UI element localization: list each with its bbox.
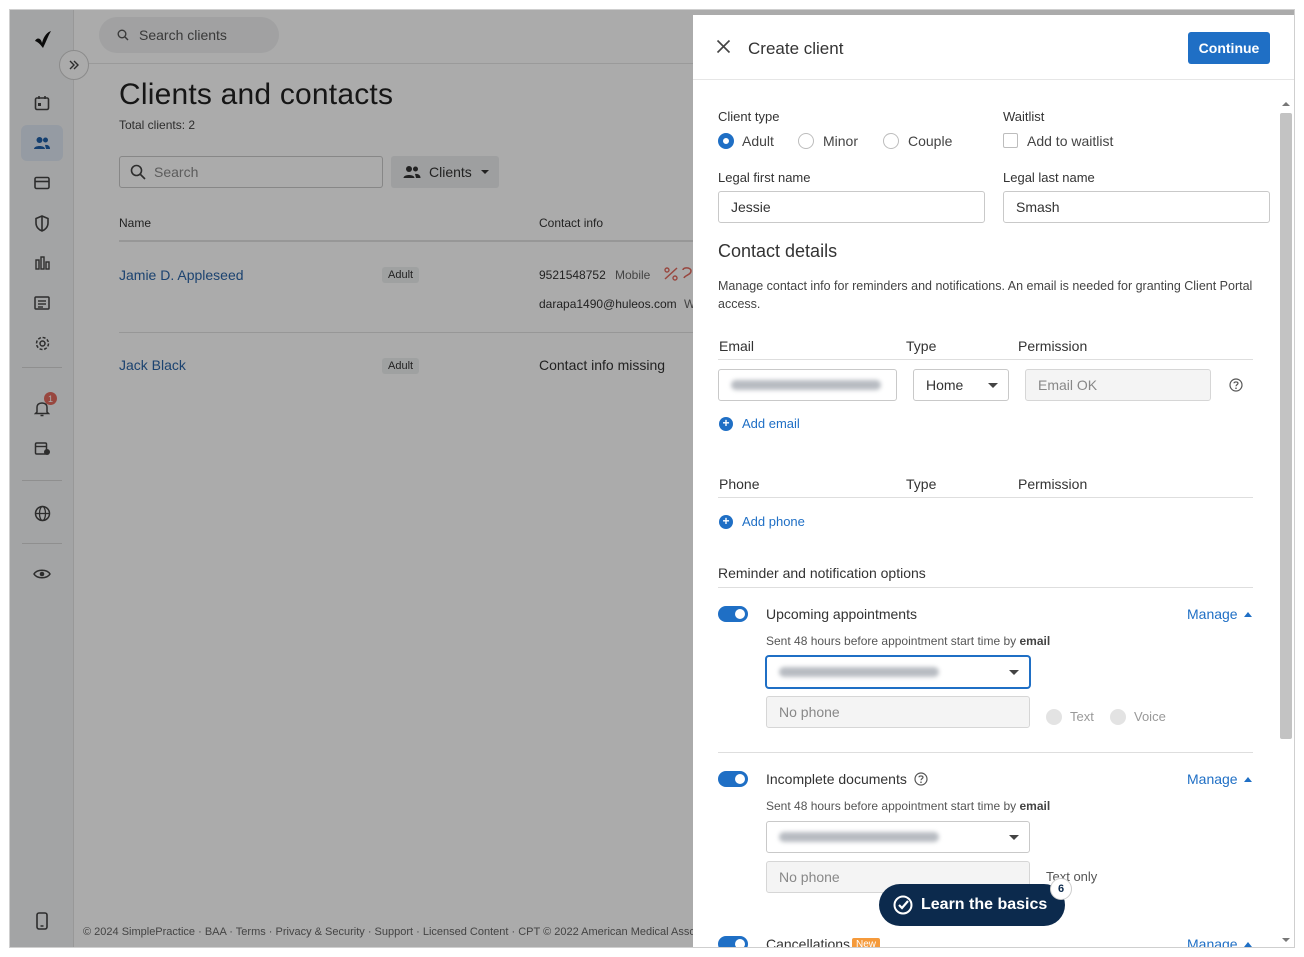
phone-permission-column-header: Permission [1018, 476, 1088, 492]
waitlist-checkbox-label: Add to waitlist [1027, 133, 1114, 149]
phone-column-header: Phone [719, 476, 760, 492]
email-permission-column-header: Permission [1018, 338, 1088, 354]
text-radio-label: Text [1070, 709, 1094, 724]
learn-count-badge: 6 [1050, 878, 1072, 900]
upcoming-sent-channel: email [1019, 634, 1051, 648]
waitlist-checkbox[interactable] [1003, 133, 1018, 148]
upcoming-sent-label: Sent 48 hours before appointment start t… [766, 634, 1017, 648]
upcoming-sent-text: Sent 48 hours before appointment start t… [766, 634, 1050, 648]
cancellations-label: Cancellations [766, 936, 851, 947]
reminder-divider [718, 587, 1253, 588]
manage-label: Manage [1187, 606, 1238, 622]
incomplete-documents-toggle[interactable] [718, 771, 748, 787]
last-name-label: Legal last name [1003, 170, 1095, 185]
chevron-up-icon [1243, 941, 1252, 947]
couple-radio-label: Couple [908, 133, 953, 149]
chevron-up-icon [1243, 776, 1252, 782]
panel-scrollbar[interactable] [1278, 95, 1294, 947]
waitlist-label: Waitlist [1003, 109, 1045, 124]
learn-the-basics-label: Learn the basics [921, 896, 1048, 913]
help-icon[interactable] [914, 772, 928, 786]
check-circle-icon [893, 895, 913, 915]
upcoming-phone-select[interactable]: No phone [766, 696, 1030, 728]
last-name-input[interactable]: Smash [1003, 191, 1270, 223]
first-name-input[interactable]: Jessie [718, 191, 985, 223]
incomplete-documents-text: Incomplete documents [766, 771, 907, 787]
panel-title: Create client [748, 39, 844, 58]
contact-details-heading: Contact details [718, 241, 838, 261]
documents-sent-channel: email [1019, 799, 1051, 813]
email-type-column-header: Type [906, 338, 937, 354]
contact-details-description: Manage contact info for reminders and no… [718, 279, 1253, 311]
documents-sent-label: Sent 48 hours before appointment start t… [766, 799, 1017, 813]
email-permission-select[interactable]: Email OK [1025, 369, 1211, 401]
manage-label: Manage [1187, 936, 1238, 947]
reminder-divider [718, 752, 1253, 753]
panel-header: Create client Continue [693, 15, 1294, 80]
email-type-value: Home [926, 377, 964, 393]
reminder-options-heading: Reminder and notification options [718, 565, 926, 581]
add-email-plus-icon[interactable]: + [719, 417, 733, 431]
manage-documents-link[interactable]: Manage [1187, 771, 1252, 787]
chevron-down-icon [1009, 670, 1019, 675]
phone-header-divider [718, 497, 1253, 498]
manage-label: Manage [1187, 771, 1238, 787]
upcoming-email-select[interactable] [766, 656, 1030, 688]
first-name-label: Legal first name [718, 170, 811, 185]
create-client-panel: Create client Continue Client type Adult… [693, 15, 1294, 947]
incomplete-documents-label: Incomplete documents [766, 771, 928, 787]
add-email-link[interactable]: Add email [742, 416, 800, 431]
text-radio[interactable] [1046, 709, 1062, 725]
minor-radio[interactable] [798, 133, 814, 149]
phone-type-column-header: Type [906, 476, 937, 492]
voice-radio-label: Voice [1134, 709, 1166, 724]
email-type-select[interactable]: Home [913, 369, 1009, 401]
continue-button[interactable]: Continue [1188, 32, 1270, 64]
add-phone-plus-icon[interactable]: + [719, 515, 733, 529]
upcoming-appointments-label: Upcoming appointments [766, 606, 917, 622]
email-column-header: Email [719, 338, 755, 354]
documents-email-select[interactable] [766, 821, 1030, 853]
app-window: 1 Search clients Clients and contacts To… [10, 10, 1294, 947]
new-badge: New [852, 938, 881, 947]
adult-radio-label: Adult [742, 133, 774, 149]
close-icon[interactable] [716, 39, 731, 59]
add-phone-link[interactable]: Add phone [742, 514, 805, 529]
adult-radio[interactable] [718, 133, 734, 149]
chevron-up-icon [1243, 611, 1252, 617]
minor-radio-label: Minor [823, 133, 859, 149]
email-input[interactable] [718, 369, 897, 401]
scrollbar-thumb[interactable] [1280, 113, 1292, 739]
manage-cancellations-link[interactable]: Manage [1187, 936, 1252, 947]
chevron-down-icon [1009, 835, 1019, 840]
learn-the-basics-button[interactable]: Learn the basics [879, 884, 1065, 926]
manage-upcoming-link[interactable]: Manage [1187, 606, 1252, 622]
upcoming-appointments-toggle[interactable] [718, 606, 748, 622]
cancellations-toggle[interactable] [718, 936, 748, 947]
documents-sent-text: Sent 48 hours before appointment start t… [766, 799, 1050, 813]
couple-radio[interactable] [883, 133, 899, 149]
help-icon[interactable] [1229, 378, 1243, 397]
chevron-down-icon [988, 383, 998, 388]
voice-radio[interactable] [1110, 709, 1126, 725]
client-type-label: Client type [718, 109, 780, 124]
email-header-divider [718, 359, 1253, 360]
